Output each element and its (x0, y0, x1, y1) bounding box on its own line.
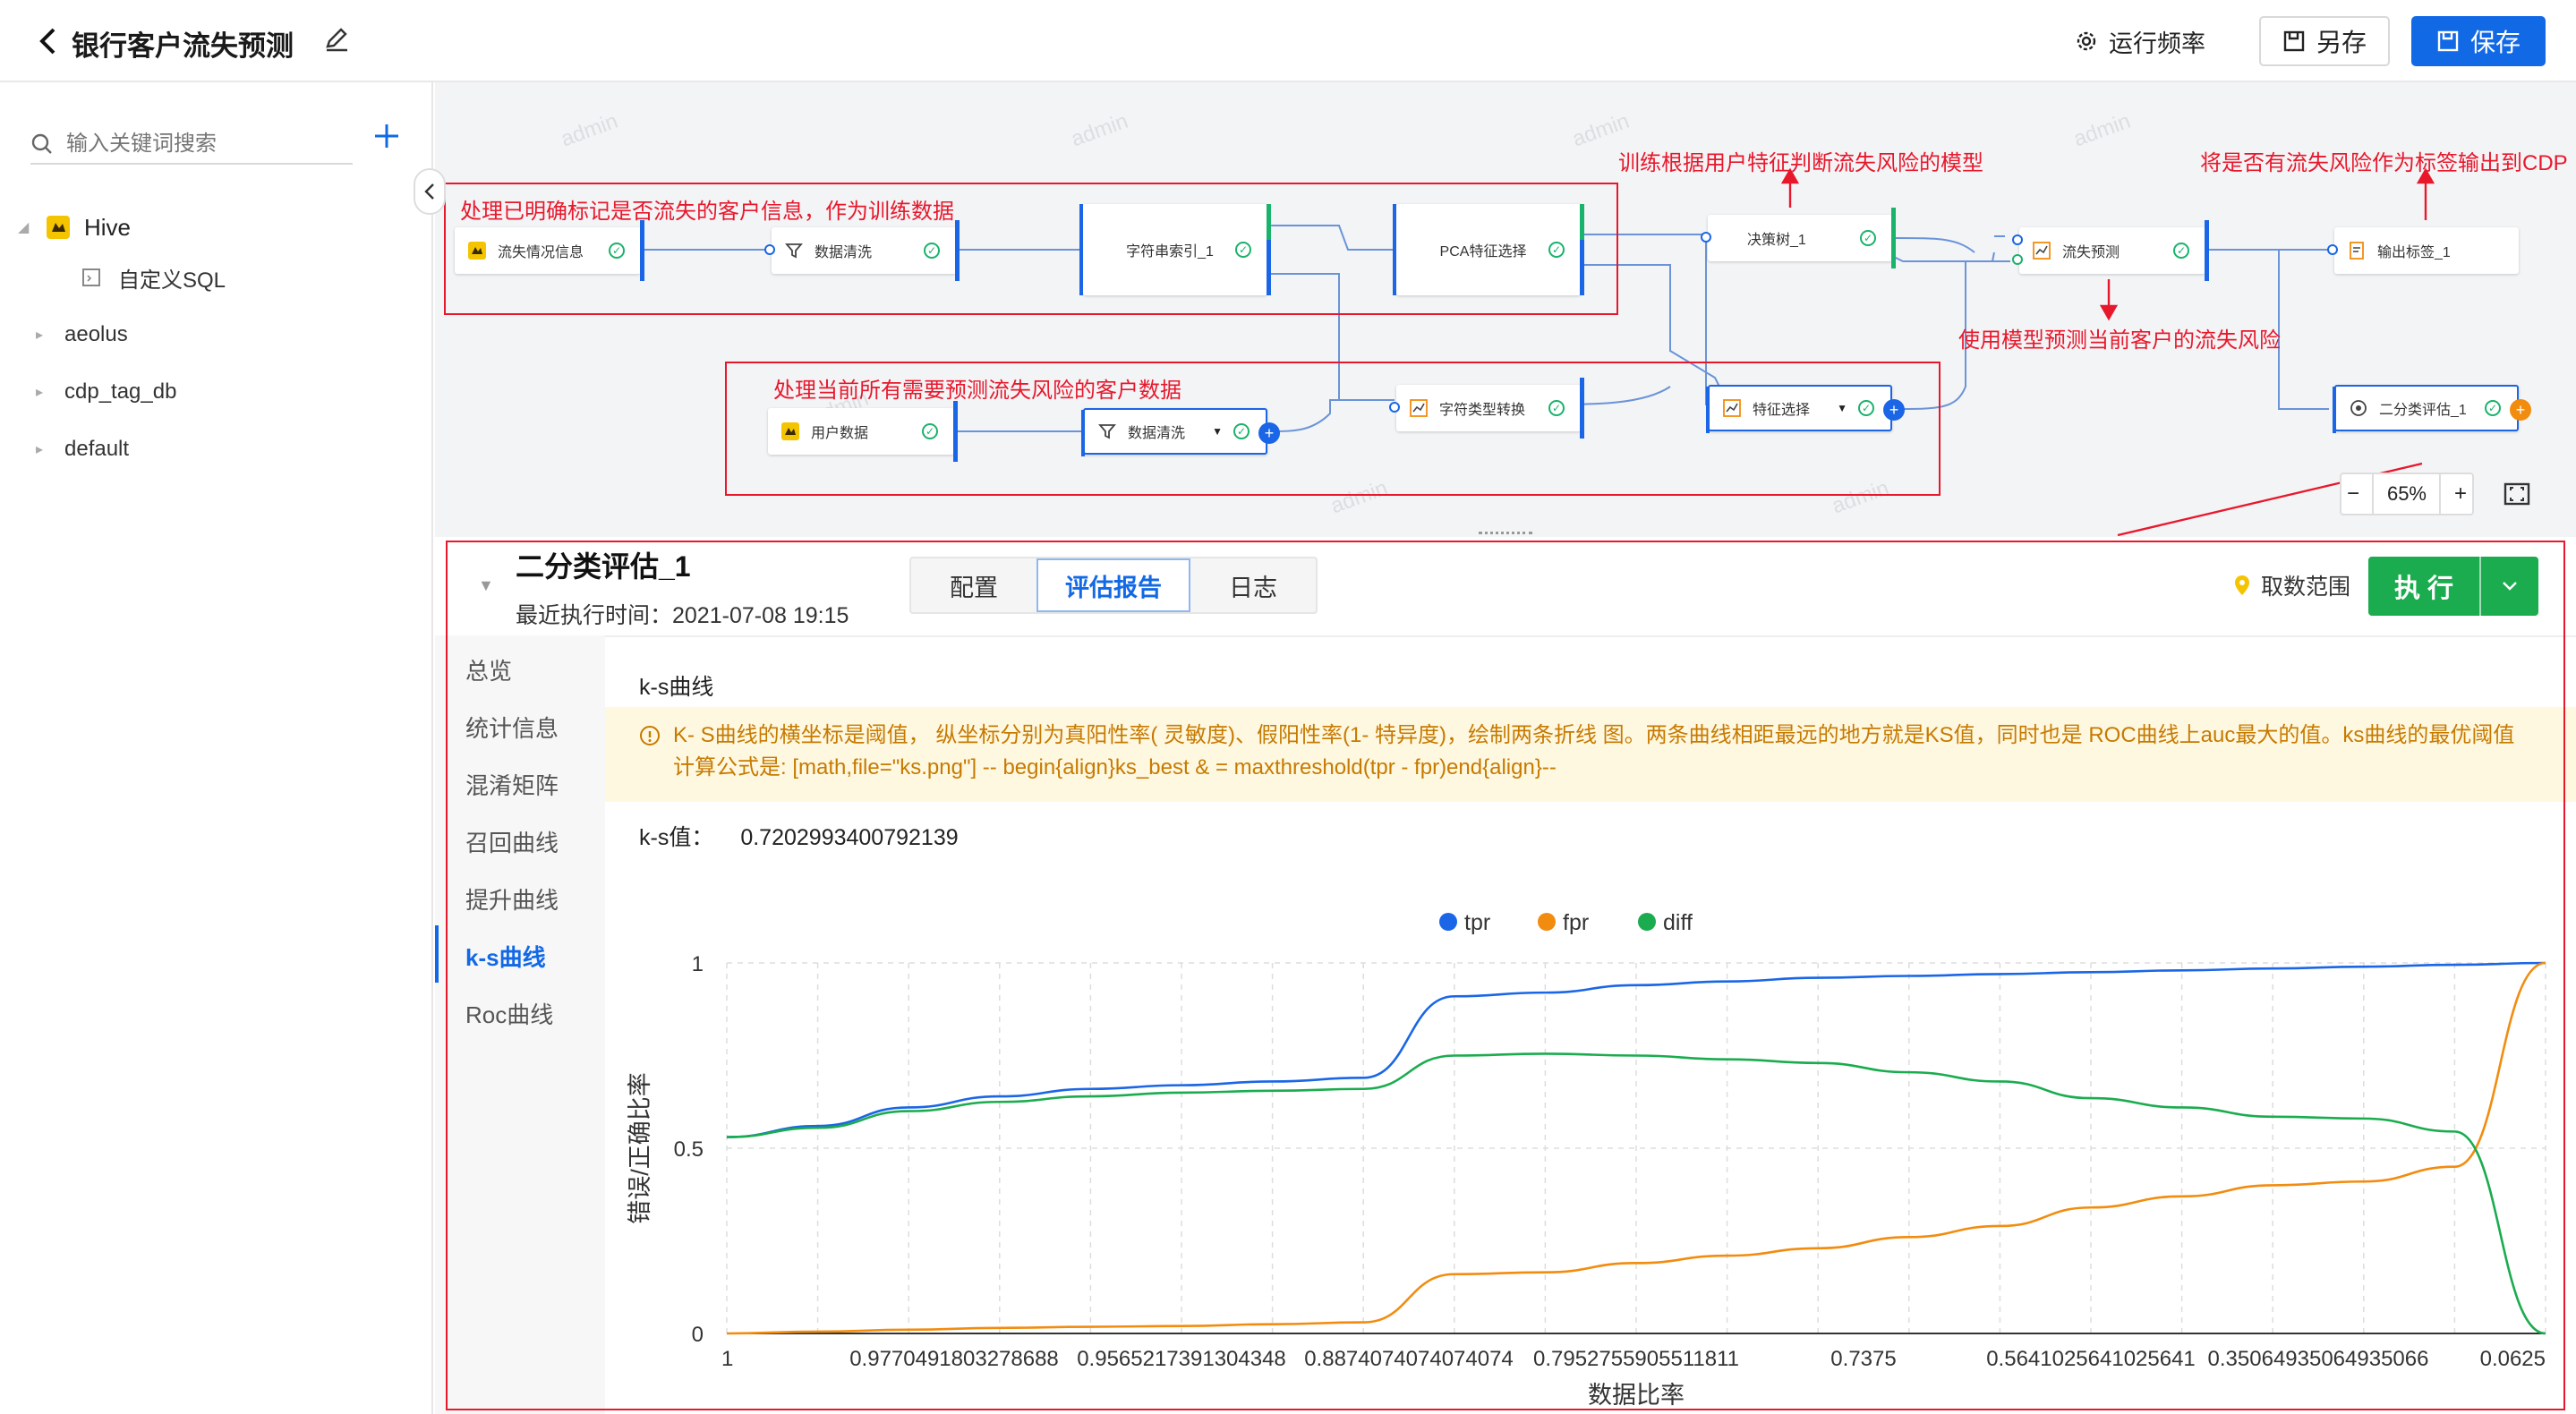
info-icon (640, 726, 660, 745)
tree-item-default[interactable]: ▸ default (36, 431, 129, 467)
section-title: k-s曲线 (639, 675, 714, 700)
tree-item-cdp-tag-db[interactable]: ▸ cdp_tag_db (36, 374, 176, 410)
x-tick-label: 0.8874074074074074 (1304, 1347, 1514, 1371)
zoom-in-icon[interactable]: + (2454, 481, 2467, 507)
save-label: 保存 (2469, 29, 2521, 56)
x-tick-label: 0.9770491803278688 (849, 1347, 1059, 1371)
report-nav: 总览 统计信息 混淆矩阵 召回曲线 提升曲线 k-s曲线 Roc曲线 (435, 635, 605, 1414)
y-tick-label: 0 (692, 1323, 704, 1347)
legend-marker-tpr (1439, 913, 1457, 931)
zoom-out-icon[interactable]: − (2347, 481, 2359, 507)
tab-report[interactable]: 评估报告 (1036, 558, 1190, 612)
x-axis-title: 数据比率 (1588, 1382, 1685, 1409)
hive-icon (47, 216, 70, 239)
tree-item-aeolus[interactable]: ▸ aeolus (36, 317, 128, 353)
notice-line-1: K- S曲线的横坐标是阈值， 纵坐标分别为真阳性率( 灵敏度)、假阳性率(1- … (673, 723, 2515, 747)
legend-label-tpr: tpr (1464, 910, 1490, 935)
back-icon[interactable] (34, 21, 61, 61)
nav-recall[interactable]: 召回曲线 (465, 825, 559, 858)
execute-button[interactable]: 执 行 (2368, 557, 2538, 616)
caret-right-icon: ▸ (36, 328, 44, 343)
sidebar: ◢ Hive 自定义SQL ▸ aeolus ▸ cdp_tag_db ▸ de… (0, 82, 433, 1414)
ks-label: k-s值： (639, 825, 714, 850)
y-tick-label: 0.5 (674, 1137, 704, 1162)
sql-icon (82, 268, 100, 286)
x-tick-label: 0.0625 (2480, 1347, 2546, 1371)
execute-label: 执 行 (2393, 575, 2454, 603)
x-tick-label: 1 (721, 1347, 733, 1371)
search-box[interactable] (30, 125, 353, 165)
tree-item-label: cdp_tag_db (64, 379, 177, 404)
x-tick-label: 0.7375 (1830, 1347, 1896, 1371)
edit-icon[interactable] (322, 25, 353, 55)
divider (435, 635, 2576, 637)
save-as-icon (2283, 30, 2305, 52)
tree-item-hive[interactable]: ◢ Hive (18, 209, 131, 245)
search-icon (31, 133, 52, 154)
nav-overview[interactable]: 总览 (465, 653, 512, 686)
nav-confusion[interactable]: 混淆矩阵 (465, 768, 559, 801)
x-tick-label: 0.5641025641025641 (1986, 1347, 2196, 1371)
location-icon (2235, 575, 2249, 595)
ks-number: 0.7202993400792139 (740, 825, 959, 850)
ks-value: k-s值： 0.7202993400792139 (639, 820, 959, 852)
nav-ks[interactable]: k-s曲线 (465, 940, 546, 973)
y-tick-label: 1 (692, 952, 704, 976)
tree-item-label: default (64, 437, 130, 461)
last-run-time: 最近执行时间：2021-07-08 19:15 (516, 603, 849, 628)
save-as-label: 另存 (2316, 29, 2367, 56)
run-frequency-button[interactable]: 运行频率 (2075, 23, 2205, 59)
x-tick-label: 0.9565217391304348 (1077, 1347, 1286, 1371)
resize-handle[interactable] (1479, 532, 1532, 535)
tree-item-label: aeolus (64, 322, 128, 346)
info-notice: K- S曲线的横坐标是阈值， 纵坐标分别为真阳性率( 灵敏度)、假阳性率(1- … (605, 707, 2576, 802)
nav-roc[interactable]: Roc曲线 (465, 997, 553, 1030)
range-label: 取数范围 (2261, 575, 2351, 600)
run-frequency-label: 运行频率 (2109, 30, 2205, 57)
zoom-control: − 65% + (2340, 473, 2474, 515)
caret-right-icon: ▸ (36, 442, 44, 457)
caret-down-icon[interactable]: ▼ (478, 576, 494, 595)
legend-label-diff: diff (1663, 910, 1693, 935)
x-tick-label: 0.35064935064935066 (2208, 1347, 2429, 1371)
y-axis-title: 错误/正确比率 (627, 1072, 653, 1224)
caret-down-icon: ◢ (18, 220, 30, 235)
fit-screen-icon[interactable] (2503, 480, 2531, 508)
zoom-level: 65% (2386, 482, 2427, 505)
notice-line-2: 计算公式是: [math,file="ks.png"] -- begin{ali… (673, 755, 1557, 779)
tree-item-custom-sql[interactable]: 自定义SQL (82, 260, 226, 295)
save-as-button[interactable]: 另存 (2259, 16, 2390, 66)
page-title: 银行客户流失预测 (72, 30, 294, 62)
tab-config[interactable]: 配置 (911, 558, 1036, 612)
tab-log[interactable]: 日志 (1190, 558, 1316, 612)
nav-stats[interactable]: 统计信息 (465, 711, 559, 744)
legend-marker-fpr (1538, 913, 1556, 931)
legend-marker-diff (1638, 913, 1656, 931)
caret-right-icon: ▸ (36, 385, 44, 400)
nav-lift[interactable]: 提升曲线 (465, 882, 559, 916)
collapse-sidebar-button[interactable] (414, 168, 446, 215)
save-button[interactable]: 保存 (2411, 16, 2546, 66)
panel-tabs: 配置 评估报告 日志 (909, 557, 1318, 614)
tree-item-label: Hive (84, 213, 132, 241)
search-input[interactable] (66, 132, 326, 157)
flow-canvas[interactable]: admin admin admin admin admin admin admi… (435, 82, 2576, 537)
x-tick-label: 0.7952755905511811 (1533, 1347, 1739, 1371)
panel-title: 二分类评估_1 (516, 550, 691, 583)
chevron-left-icon (424, 183, 434, 200)
header: 银行客户流失预测 运行频率 另存 保存 (0, 0, 2576, 82)
legend-label-fpr: fpr (1563, 910, 1589, 935)
ks-chart: 0 0.5 1 1 0.9770491803278688 0.95652173913043… (627, 910, 2546, 1409)
range-button[interactable]: 取数范围 (2232, 567, 2350, 603)
save-icon (2437, 30, 2459, 52)
chevron-down-icon[interactable] (2481, 580, 2538, 592)
annotation-arrows (1780, 167, 2435, 537)
gear-icon (2077, 31, 2096, 51)
add-icon[interactable] (372, 122, 405, 154)
nav-active-indicator (435, 925, 439, 983)
tree-item-label: 自定义SQL (118, 268, 226, 293)
